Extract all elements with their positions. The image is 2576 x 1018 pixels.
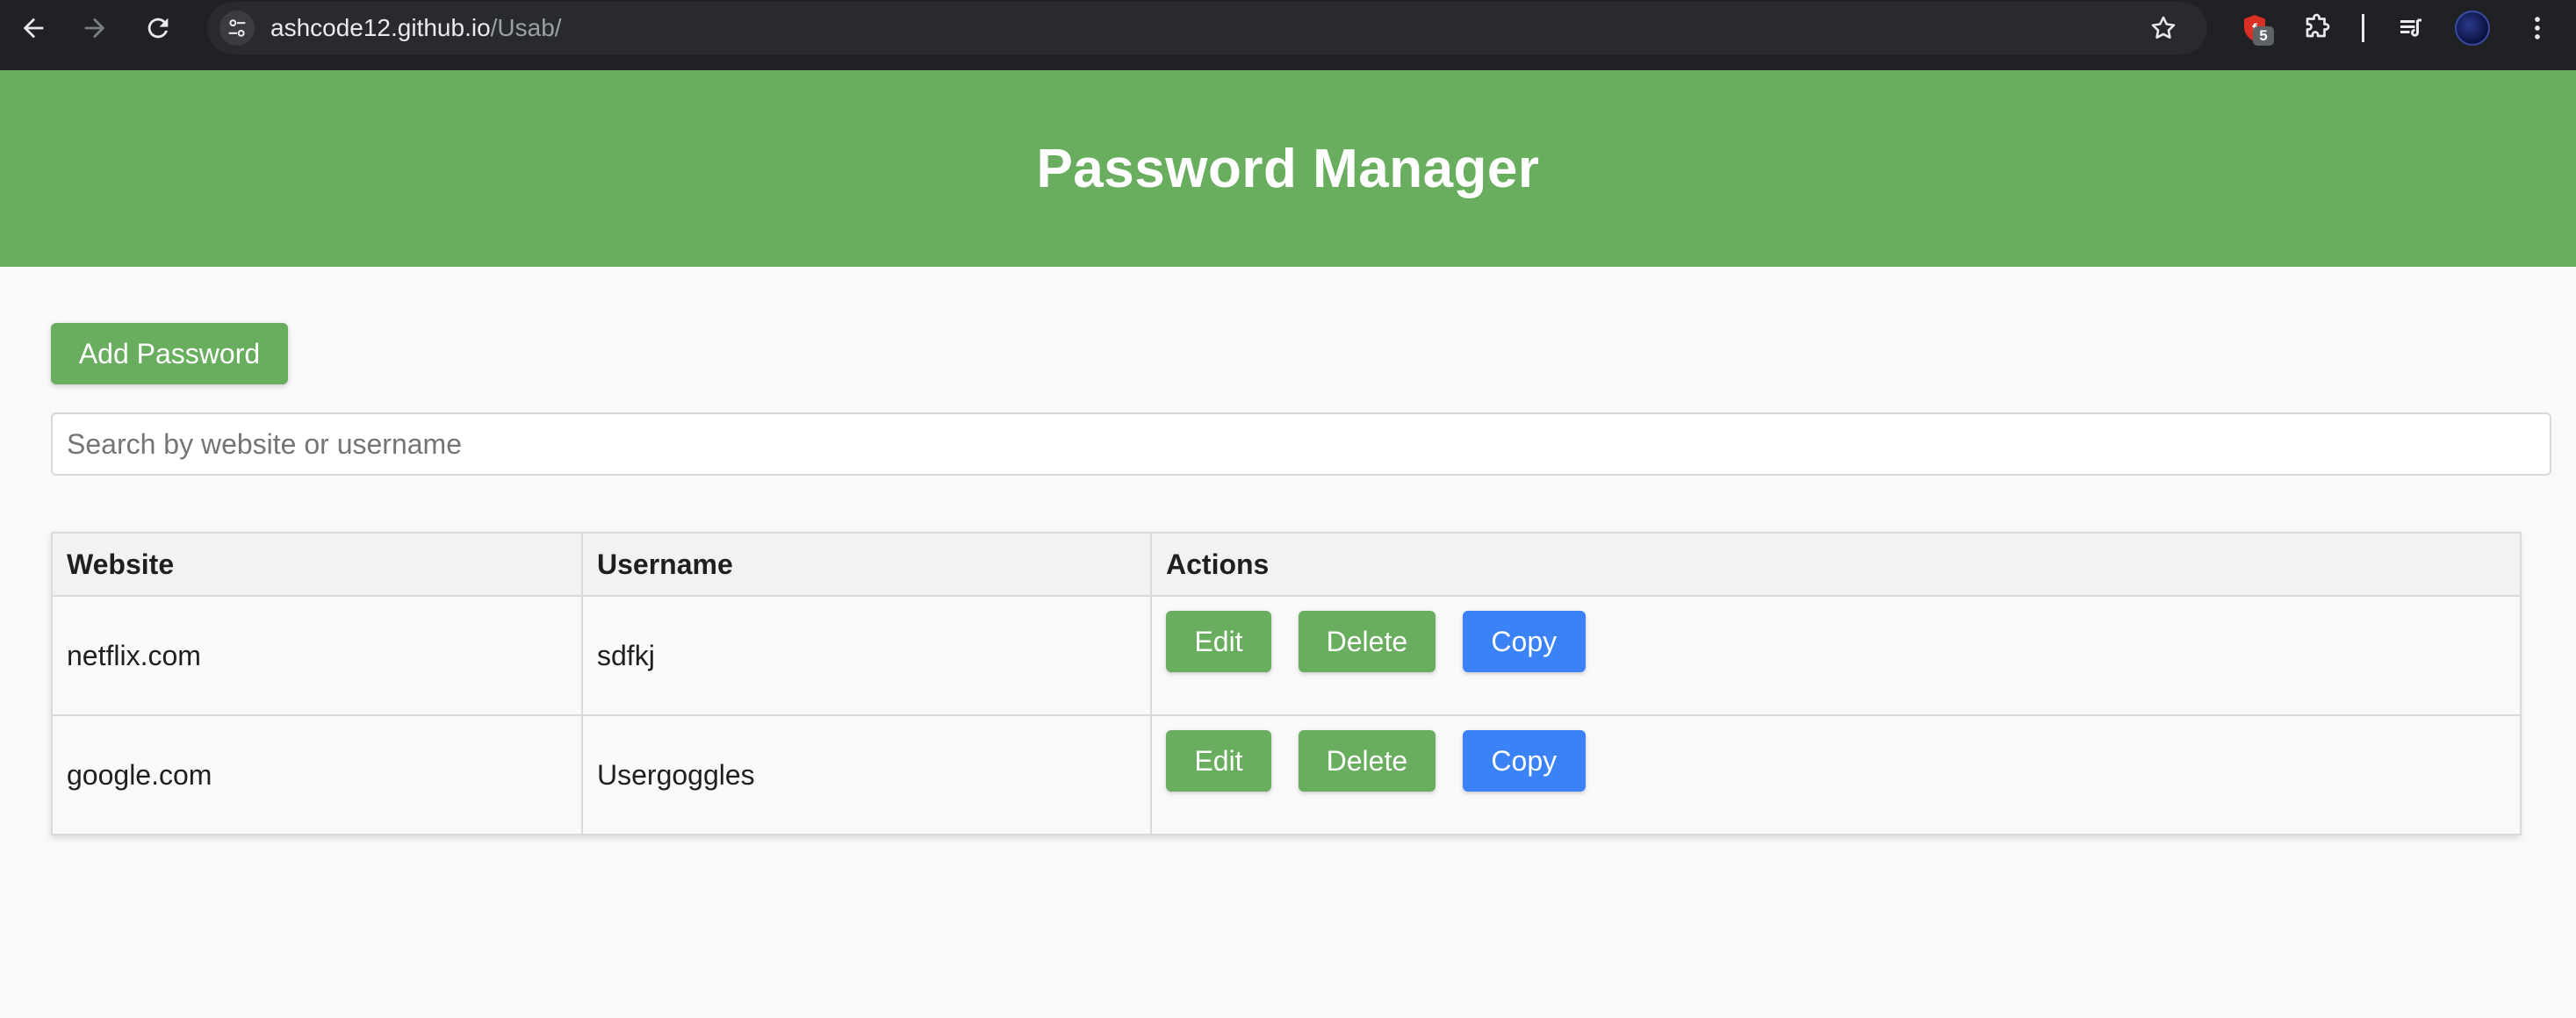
actions-cell: Edit Delete Copy [1150,714,2522,835]
puzzle-icon [2306,13,2330,38]
website-cell: google.com [51,714,583,835]
url-host: ashcode12.github.io [270,14,491,41]
delete-button[interactable]: Delete [1298,611,1436,672]
edit-button[interactable]: Edit [1166,611,1271,672]
page-title: Password Manager [1036,138,1540,199]
toolbar-divider [2362,14,2364,42]
browser-menu-button[interactable] [2520,9,2555,47]
extension-badge: 5 [2253,26,2274,46]
forward-arrow-icon [84,18,105,39]
back-arrow-icon [23,18,44,39]
forward-button[interactable] [70,0,119,56]
column-header-website: Website [51,532,583,597]
extensions-button[interactable] [2297,9,2339,47]
delete-button[interactable]: Delete [1298,730,1436,792]
reload-icon [148,18,169,39]
edit-button[interactable]: Edit [1166,730,1271,792]
website-cell: netflix.com [51,595,583,716]
search-input[interactable] [51,412,2551,476]
site-settings-icon[interactable] [219,11,255,46]
kebab-menu-icon [2535,17,2540,39]
add-password-button[interactable]: Add Password [51,323,288,384]
password-table: Website Username Actions netflix.com sdf… [51,532,2522,835]
reload-button[interactable] [133,0,183,56]
media-control-button[interactable] [2390,9,2432,47]
actions-cell: Edit Delete Copy [1150,595,2522,716]
url-path: /Usab/ [490,14,562,41]
column-header-username: Username [581,532,1152,597]
star-icon [2151,16,2176,39]
extension-shield-button[interactable]: f 5 [2234,9,2276,47]
table-header-row: Website Username Actions [51,532,2522,597]
username-cell: sdfkj [581,595,1152,716]
username-cell: Usergoggles [581,714,1152,835]
browser-toolbar: ashcode12.github.io/Usab/ f 5 [0,0,2576,70]
copy-button[interactable]: Copy [1462,611,1586,672]
column-header-actions: Actions [1150,532,2522,597]
table-row: netflix.com sdfkj Edit Delete Copy [51,595,2522,716]
table-row: google.com Usergoggles Edit Delete Copy [51,714,2522,835]
copy-button[interactable]: Copy [1462,730,1586,792]
profile-avatar[interactable] [2455,11,2490,46]
url-text: ashcode12.github.io/Usab/ [270,14,562,42]
app-header: Password Manager [0,70,2576,267]
media-queue-icon [2400,18,2421,37]
bookmark-button[interactable] [2141,11,2186,46]
back-button[interactable] [9,0,58,56]
address-bar[interactable]: ashcode12.github.io/Usab/ [207,2,2207,54]
